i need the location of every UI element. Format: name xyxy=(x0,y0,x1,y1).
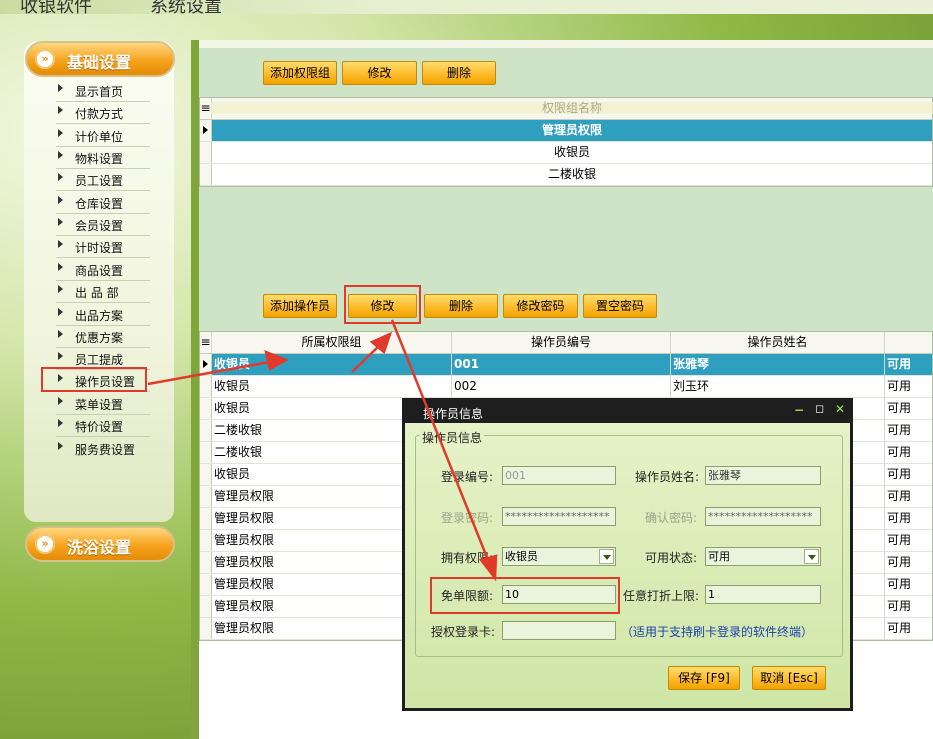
arrow-head-1 xyxy=(264,349,289,371)
arrow-line-2 xyxy=(351,344,381,373)
arrow-head-3 xyxy=(478,554,498,582)
annotation-arrows xyxy=(147,319,498,582)
arrow-line-1 xyxy=(147,360,271,386)
arrow-line-3 xyxy=(390,319,490,561)
